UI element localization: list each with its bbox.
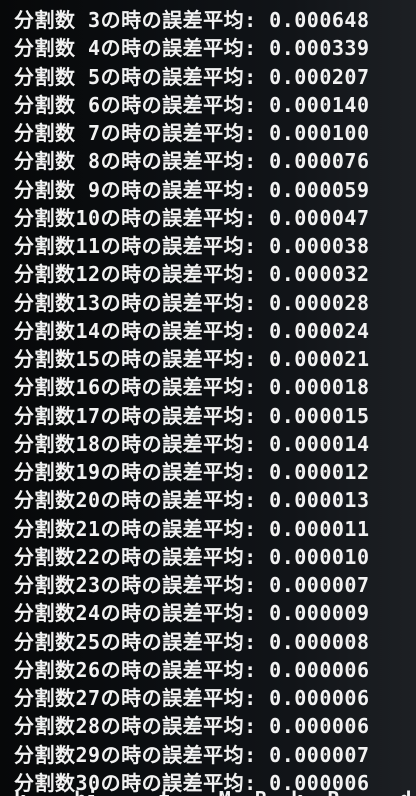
output-line: 分割数 3の時の誤差平均: 0.000648 — [14, 8, 370, 32]
output-line: 分割数15の時の誤差平均: 0.000021 — [14, 347, 370, 371]
output-line: 分割数18の時の誤差平均: 0.000014 — [14, 431, 370, 456]
output-line: 分割数20の時の誤差平均: 0.000013 — [14, 488, 370, 513]
output-line: 分割数 7の時の誤差平均: 0.000100 — [14, 121, 370, 145]
prompt-line-partial: k bi t M B k P d — [14, 785, 411, 796]
output-line: 分割数13の時の誤差平均: 0.000028 — [14, 290, 370, 315]
output-line: 分割数23の時の誤差平均: 0.000007 — [14, 573, 370, 597]
terminal-window[interactable]: 分割数 3の時の誤差平均: 0.000648 分割数 4の時の誤差平均: 0.0… — [0, 0, 416, 796]
output-line: 分割数11の時の誤差平均: 0.000038 — [14, 234, 370, 258]
output-line: 分割数 5の時の誤差平均: 0.000207 — [14, 64, 370, 89]
output-line: 分割数16の時の誤差平均: 0.000018 — [14, 375, 370, 400]
output-line: 分割数25の時の誤差平均: 0.000008 — [14, 629, 370, 654]
output-line: 分割数27の時の誤差平均: 0.000006 — [14, 686, 370, 710]
output-line: 分割数 8の時の誤差平均: 0.000076 — [14, 149, 370, 174]
output-line: 分割数22の時の誤差平均: 0.000010 — [14, 544, 370, 569]
output-line: 分割数28の時の誤差平均: 0.000006 — [14, 714, 370, 739]
output-line: 分割数29の時の誤差平均: 0.000007 — [14, 742, 370, 767]
output-line: 分割数 6の時の誤差平均: 0.000140 — [14, 92, 370, 117]
output-line: 分割数17の時の誤差平均: 0.000015 — [14, 403, 370, 428]
output-line: 分割数 9の時の誤差平均: 0.000059 — [14, 177, 370, 202]
output-line: 分割数10の時の誤差平均: 0.000047 — [14, 205, 370, 230]
terminal-output: 分割数 3の時の誤差平均: 0.000648 分割数 4の時の誤差平均: 0.0… — [14, 6, 416, 796]
output-line: 分割数14の時の誤差平均: 0.000024 — [14, 318, 370, 343]
output-line: 分割数 4の時の誤差平均: 0.000339 — [14, 36, 370, 61]
output-line: 分割数24の時の誤差平均: 0.000009 — [14, 601, 370, 626]
output-line: 分割数12の時の誤差平均: 0.000032 — [14, 262, 370, 287]
output-line: 分割数19の時の誤差平均: 0.000012 — [14, 460, 370, 484]
output-line: 分割数26の時の誤差平均: 0.000006 — [14, 657, 370, 682]
output-line: 分割数21の時の誤差平均: 0.000011 — [14, 516, 370, 541]
